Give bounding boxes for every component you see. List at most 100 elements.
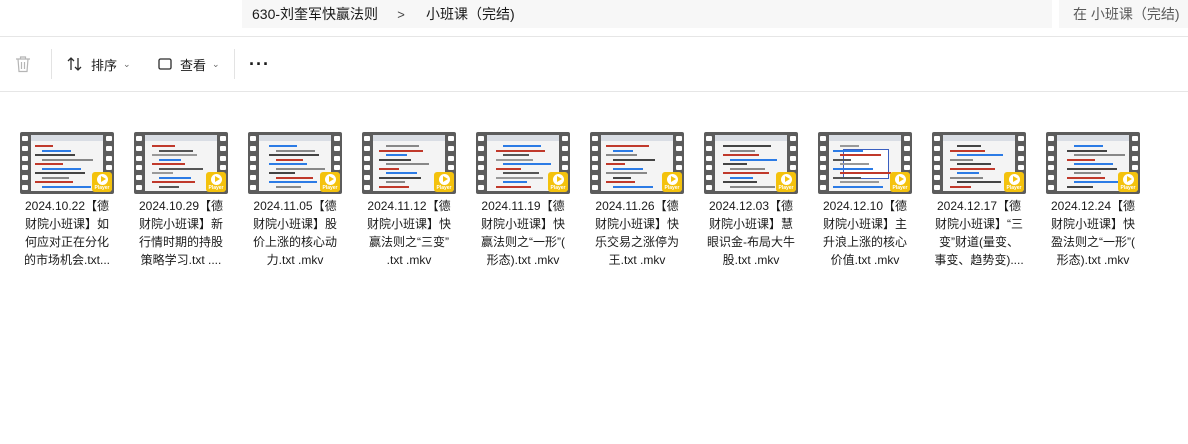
chevron-down-icon: ⌄ xyxy=(123,58,131,69)
video-thumbnail[interactable]: Player xyxy=(248,132,342,194)
video-thumbnail[interactable]: Player xyxy=(20,132,114,194)
player-badge-label: Player xyxy=(550,184,566,191)
file-item[interactable]: Player 2024.12.10【德 财院小班课】主 升浪上涨的核心 价值.txt .… xyxy=(808,132,922,269)
file-name: 2024.12.10【德 财院小班课】主 升浪上涨的核心 价值.txt .mkv xyxy=(812,197,918,269)
breadcrumb-item[interactable]: 小班课（完结) xyxy=(416,4,523,24)
more-options-icon[interactable]: ··· xyxy=(249,37,270,91)
file-name-line: 变”财道(量变、 xyxy=(939,235,1019,249)
view-button[interactable]: 查看 ⌄ xyxy=(157,37,220,91)
player-badge-label: Player xyxy=(322,184,338,191)
file-name-line: 眼识金-布局大牛 xyxy=(707,235,795,249)
file-name-line: 策略学习.txt .... xyxy=(140,253,222,267)
player-icon: Player xyxy=(776,172,796,192)
file-name-line: 2024.11.12【德 xyxy=(367,199,451,213)
sort-icon xyxy=(67,57,82,71)
file-name-line: 行情时期的持股 xyxy=(138,235,223,249)
player-badge-label: Player xyxy=(892,184,908,191)
view-label: 查看 xyxy=(180,57,207,73)
file-name-line: 形态).txt .mkv xyxy=(486,253,560,267)
view-icon xyxy=(158,58,172,70)
file-grid: Player 2024.10.22【德 财院小班课】如 何应对正在分化 的市场机会.tx… xyxy=(10,132,1150,269)
delete-button[interactable] xyxy=(14,37,38,91)
file-name-line: 财院小班课】股 xyxy=(252,217,337,231)
file-name: 2024.10.22【德 财院小班课】如 何应对正在分化 的市场机会.txt... xyxy=(14,197,120,269)
player-badge-label: Player xyxy=(664,184,680,191)
file-name-line: 何应对正在分化 xyxy=(24,235,109,249)
file-name-line: 力.txt .mkv xyxy=(266,253,324,267)
file-name-line: 2024.10.22【德 xyxy=(24,199,110,213)
file-name-line: 赢法则之“一形”( xyxy=(481,235,565,249)
file-item[interactable]: Player 2024.10.29【德 财院小班课】新 行情时期的持股 策略学习.txt… xyxy=(124,132,238,269)
address-bar: 630-刘奎军快赢法则 > 小班课（完结) 在 小班课（完结) xyxy=(0,0,1188,30)
film-perforation xyxy=(706,136,712,190)
film-perforation xyxy=(820,136,826,190)
file-item[interactable]: Player 2024.11.26【德 财院小班课】快 乐交易之涨停为 王.txt .m… xyxy=(580,132,694,269)
file-name-line: 赢法则之“三变” xyxy=(369,235,449,249)
file-name: 2024.11.19【德 财院小班课】快 赢法则之“一形”( 形态).txt .mkv xyxy=(470,197,576,269)
player-badge-label: Player xyxy=(436,184,452,191)
file-name: 2024.12.17【德 财院小班课】“三 变”财道(量变、 事变、趋势变).... xyxy=(926,197,1032,269)
file-name: 2024.11.12【德 财院小班课】快 赢法则之“三变” .txt .mkv xyxy=(356,197,462,269)
trash-icon xyxy=(15,56,30,73)
player-icon: Player xyxy=(434,172,454,192)
video-thumbnail[interactable]: Player xyxy=(590,132,684,194)
video-thumbnail[interactable]: Player xyxy=(362,132,456,194)
file-name: 2024.10.29【德 财院小班课】新 行情时期的持股 策略学习.txt .... xyxy=(128,197,234,269)
video-thumbnail[interactable]: Player xyxy=(704,132,798,194)
video-thumbnail[interactable]: Player xyxy=(1046,132,1140,194)
file-name-line: 财院小班课】新 xyxy=(138,217,223,231)
video-thumbnail[interactable]: Player xyxy=(932,132,1026,194)
breadcrumb-separator-icon[interactable]: > xyxy=(386,7,416,22)
player-icon: Player xyxy=(662,172,682,192)
film-perforation xyxy=(364,136,370,190)
file-name-line: 2024.11.26【德 xyxy=(595,199,679,213)
file-name-line: 财院小班课】快 xyxy=(594,217,679,231)
file-item[interactable]: Player 2024.12.03【德 财院小班课】慧 眼识金-布局大牛 股.txt .… xyxy=(694,132,808,269)
file-item[interactable]: Player 2024.10.22【德 财院小班课】如 何应对正在分化 的市场机会.tx… xyxy=(10,132,124,269)
file-name-line: 财院小班课】快 xyxy=(1050,217,1135,231)
breadcrumb-item[interactable]: 630-刘奎军快赢法则 xyxy=(242,4,386,24)
file-name-line: 2024.12.03【德 xyxy=(708,199,794,213)
search-input[interactable]: 在 小班课（完结) xyxy=(1059,0,1188,28)
file-item[interactable]: Player 2024.12.24【德 财院小班课】快 盈法则之“一形”(形态).tx… xyxy=(1036,132,1150,269)
toolbar-separator xyxy=(234,49,235,79)
file-name-line: 王.txt .mkv xyxy=(608,253,666,267)
film-perforation xyxy=(1048,136,1054,190)
file-name: 2024.12.24【德 财院小班课】快 盈法则之“一形”(形态).txt .mkv xyxy=(1040,197,1146,269)
file-name-line: 财院小班课】主 xyxy=(822,217,907,231)
file-name-line: 财院小班课】快 xyxy=(366,217,451,231)
sort-button[interactable]: 排序 ⌄ xyxy=(66,37,131,91)
file-name: 2024.11.26【德 财院小班课】快 乐交易之涨停为 王.txt .mkv xyxy=(584,197,690,269)
command-bar: 排序 ⌄ 查看 ⌄ ··· xyxy=(0,37,1188,91)
player-icon: Player xyxy=(92,172,112,192)
player-badge-label: Player xyxy=(208,184,224,191)
file-name-line: 财院小班课】快 xyxy=(480,217,565,231)
file-name-line: 2024.10.29【德 xyxy=(138,199,224,213)
file-name-line: 2024.11.19【德 xyxy=(481,199,565,213)
player-icon: Player xyxy=(548,172,568,192)
file-name-line: 升浪上涨的核心 xyxy=(822,235,907,249)
player-icon: Player xyxy=(206,172,226,192)
file-item[interactable]: Player 2024.11.12【德 财院小班课】快 赢法则之“三变” .txt .m… xyxy=(352,132,466,269)
film-perforation xyxy=(22,136,28,190)
file-name-line: 财院小班课】如 xyxy=(24,217,109,231)
file-item[interactable]: Player 2024.12.17【德 财院小班课】“三 变”财道(量变、 事变、趋势变… xyxy=(922,132,1036,269)
file-name-line: 2024.12.10【德 xyxy=(822,199,908,213)
file-item[interactable]: Player 2024.11.19【德 财院小班课】快 赢法则之“一形”( 形态).tx… xyxy=(466,132,580,269)
toolbar-separator xyxy=(51,49,52,79)
player-badge-label: Player xyxy=(1006,184,1022,191)
file-name-line: .txt .mkv xyxy=(386,253,432,267)
file-name-line: 价值.txt .mkv xyxy=(830,253,900,267)
breadcrumb[interactable]: 630-刘奎军快赢法则 > 小班课（完结) xyxy=(242,0,1052,28)
file-item[interactable]: Player 2024.11.05【德 财院小班课】股 价上涨的核心动 力.txt .m… xyxy=(238,132,352,269)
file-name-line: 盈法则之“一形”( xyxy=(1051,235,1135,249)
video-thumbnail[interactable]: Player xyxy=(476,132,570,194)
file-name-line: 财院小班课】“三 xyxy=(935,217,1023,231)
file-name-line: 2024.12.17【德 xyxy=(936,199,1022,213)
film-perforation xyxy=(478,136,484,190)
video-thumbnail[interactable]: Player xyxy=(818,132,912,194)
file-name: 2024.12.03【德 财院小班课】慧 眼识金-布局大牛 股.txt .mkv xyxy=(698,197,804,269)
file-name-line: 2024.11.05【德 xyxy=(253,199,337,213)
video-thumbnail[interactable]: Player xyxy=(134,132,228,194)
file-name-line: 事变、趋势变).... xyxy=(934,253,1024,267)
